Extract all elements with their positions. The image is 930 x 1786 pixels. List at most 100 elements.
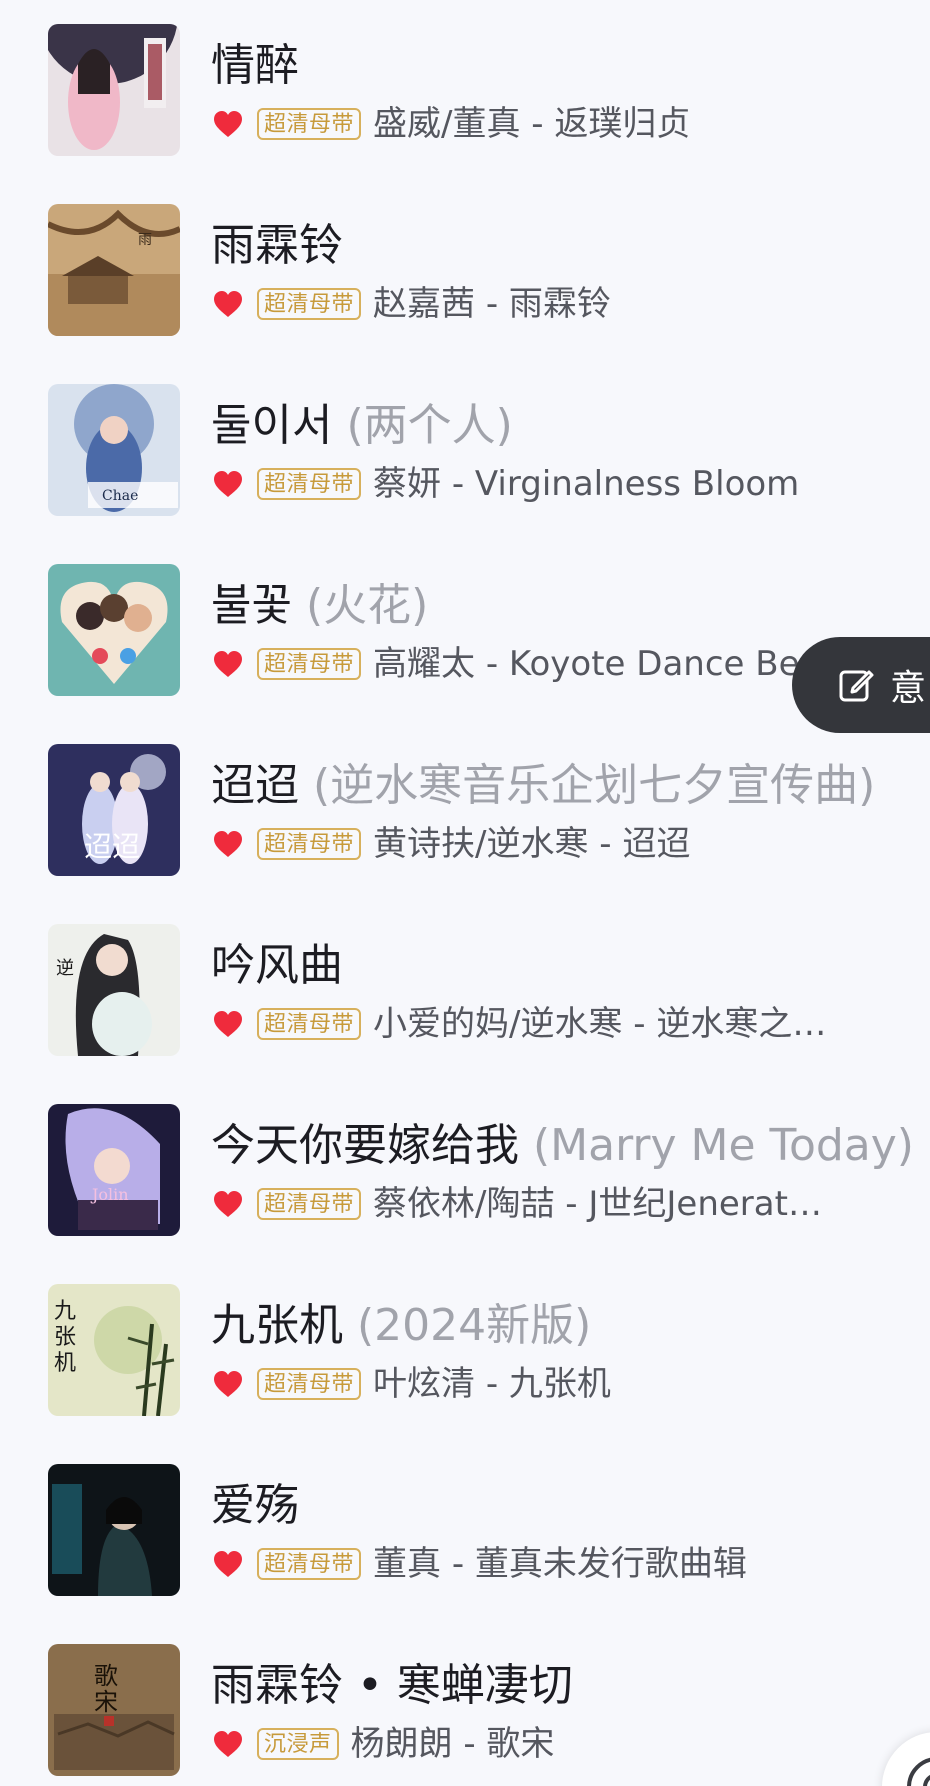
song-subtitle: (两个人) [346, 400, 513, 451]
song-title-line: 雨霖铃 [211, 218, 343, 274]
song-title: 今天你要嫁给我 [211, 1120, 519, 1171]
feedback-label: 意 [890, 668, 927, 709]
svg-text:张: 张 [54, 1325, 76, 1350]
song-meta-line: 超清母带 小爱的妈/逆水寒 - 逆水寒之… [213, 1004, 826, 1044]
song-title-line: 九张机 (2024新版) [211, 1298, 591, 1354]
album-cover-bamboo-icon: 九张机 [48, 1284, 180, 1416]
heart-icon[interactable] [213, 1550, 243, 1578]
quality-badge: 超清母带 [257, 468, 362, 500]
album-cover[interactable] [48, 24, 180, 156]
heart-icon[interactable] [213, 1370, 243, 1398]
artist-album-text: 杨朗朗 - 歌宋 [350, 1724, 555, 1764]
song-meta-line: 超清母带 蔡妍 - Virginalness Bloom [213, 464, 799, 504]
quality-badge: 沉浸声 [257, 1728, 339, 1760]
song-meta-line: 超清母带 赵嘉茜 - 雨霖铃 [213, 284, 611, 324]
song-title-line: 둘이서 (两个人) [211, 398, 513, 454]
artist-album-text: 小爱的妈/逆水寒 - 逆水寒之… [373, 1004, 827, 1044]
song-row[interactable]: 爱殇超清母带 董真 - 董真未发行歌曲辑 [0, 1440, 930, 1620]
song-list: 情醉 超清母带 盛威/董真 - 返璞归贞雨雨霖铃 超清母带 赵嘉茜 - 雨霖铃 Chae 둘… [0, 0, 930, 1786]
feedback-button[interactable]: 意 [792, 637, 930, 733]
album-cover-swordswoman-icon: 逆 [48, 924, 180, 1056]
album-cover-couple-night-icon: 迢迢 [48, 744, 180, 876]
artist-album-text: 蔡妍 - Virginalness Bloom [373, 464, 800, 504]
album-cover[interactable]: 迢迢 [48, 744, 180, 876]
svg-text:九: 九 [54, 1299, 76, 1324]
svg-text:迢迢: 迢迢 [84, 830, 140, 863]
song-row[interactable]: Jolin 今天你要嫁给我 (Marry Me Today) 超清母带 蔡依林/陶喆 -… [0, 1080, 930, 1260]
album-cover-jolin-icon: Jolin [48, 1104, 180, 1236]
quality-badge: 超清母带 [257, 1008, 362, 1040]
song-subtitle: (Marry Me Today) [533, 1120, 914, 1171]
song-meta-line: 沉浸声 杨朗朗 - 歌宋 [213, 1724, 554, 1764]
song-title-line: 情醉 [211, 38, 299, 94]
edit-icon [839, 670, 874, 702]
song-title: 迢迢 [211, 760, 299, 811]
song-subtitle: (逆水寒音乐企划七夕宣传曲) [313, 760, 876, 811]
song-title-line: 雨霖铃 • 寒蝉凄切 [211, 1658, 573, 1714]
song-row[interactable]: 불꽃 (火花) 超清母带 高耀太 - Koyote Dance Best [0, 540, 930, 720]
artist-album-text: 赵嘉茜 - 雨霖铃 [373, 284, 611, 324]
album-cover[interactable] [48, 564, 180, 696]
artist-album-text: 蔡依林/陶喆 - J世纪Jenerat… [373, 1184, 822, 1224]
song-title: 九张机 [211, 1300, 343, 1351]
album-cover-pavilion-icon: 雨 [48, 204, 180, 336]
album-cover-chae-yeon-icon: Chae [48, 384, 180, 516]
quality-badge: 超清母带 [257, 288, 362, 320]
svg-text:宋: 宋 [94, 1688, 118, 1716]
song-title: 吟风曲 [211, 940, 343, 991]
heart-icon[interactable] [213, 830, 243, 858]
song-row[interactable]: 九张机九张机 (2024新版) 超清母带 叶炫清 - 九张机 [0, 1260, 930, 1440]
heart-icon[interactable] [213, 1730, 243, 1758]
heart-icon[interactable] [213, 290, 243, 318]
song-meta-line: 超清母带 蔡依林/陶喆 - J世纪Jenerat… [213, 1184, 822, 1224]
song-title: 雨霖铃 • 寒蝉凄切 [211, 1660, 573, 1711]
song-title-line: 吟风曲 [211, 938, 343, 994]
heart-icon[interactable] [213, 1190, 243, 1218]
album-cover[interactable]: Jolin [48, 1104, 180, 1236]
song-title-line: 爱殇 [211, 1478, 299, 1534]
song-list-page: 情醉 超清母带 盛威/董真 - 返璞归贞雨雨霖铃 超清母带 赵嘉茜 - 雨霖铃 Chae 둘… [0, 0, 930, 1786]
song-subtitle: (火花) [305, 580, 429, 631]
quality-badge: 超清母带 [257, 1548, 362, 1580]
heart-icon[interactable] [213, 650, 243, 678]
album-cover-song-dynasty-icon: 歌宋 [48, 1644, 180, 1776]
heart-icon[interactable] [213, 470, 243, 498]
song-row[interactable]: 情醉超清母带 盛威/董真 - 返璞归贞 [0, 0, 930, 180]
song-title: 불꽃 [211, 580, 292, 631]
artist-album-text: 盛威/董真 - 返璞归贞 [373, 104, 691, 144]
quality-badge: 超清母带 [257, 1188, 362, 1220]
song-meta-line: 超清母带 高耀太 - Koyote Dance Best [213, 644, 831, 684]
album-cover-dark-portrait-icon [48, 1464, 180, 1596]
artist-album-text: 叶炫清 - 九张机 [373, 1364, 611, 1404]
album-cover[interactable]: 九张机 [48, 1284, 180, 1416]
record-icon [907, 1757, 930, 1786]
song-row[interactable]: 逆 吟风曲超清母带 小爱的妈/逆水寒 - 逆水寒之… [0, 900, 930, 1080]
artist-album-text: 黄诗扶/逆水寒 - 迢迢 [373, 824, 691, 864]
album-cover[interactable]: 逆 [48, 924, 180, 1056]
song-title: 情醉 [211, 40, 299, 91]
album-cover[interactable]: 歌宋 [48, 1644, 180, 1776]
song-row[interactable]: 迢迢 迢迢 (逆水寒音乐企划七夕宣传曲) 超清母带 黄诗扶/逆水寒 - 迢迢 [0, 720, 930, 900]
song-row[interactable]: 雨 雨霖铃超清母带 赵嘉茜 - 雨霖铃 [0, 180, 930, 360]
song-title-line: 불꽃 (火花) [211, 578, 428, 634]
quality-badge: 超清母带 [257, 648, 362, 680]
song-title-line: 今天你要嫁给我 (Marry Me Today) [211, 1118, 914, 1174]
quality-badge: 超清母带 [257, 1368, 362, 1400]
svg-text:Chae: Chae [102, 488, 138, 504]
quality-badge: 超清母带 [257, 108, 362, 140]
svg-text:歌: 歌 [94, 1662, 118, 1690]
album-cover[interactable]: 雨 [48, 204, 180, 336]
heart-icon[interactable] [213, 1010, 243, 1038]
song-title: 둘이서 [211, 400, 333, 451]
svg-text:雨: 雨 [138, 232, 152, 248]
album-cover[interactable] [48, 1464, 180, 1596]
song-row[interactable]: Chae 둘이서 (两个人) 超清母带 蔡妍 - Virginalness Bloom [0, 360, 930, 540]
album-cover[interactable]: Chae [48, 384, 180, 516]
song-meta-line: 超清母带 董真 - 董真未发行歌曲辑 [213, 1544, 747, 1584]
song-title: 爱殇 [211, 1480, 299, 1531]
artist-album-text: 高耀太 - Koyote Dance Best [373, 644, 831, 684]
heart-icon[interactable] [213, 110, 243, 138]
song-meta-line: 超清母带 叶炫清 - 九张机 [213, 1364, 611, 1404]
song-meta-line: 超清母带 黄诗扶/逆水寒 - 迢迢 [213, 824, 690, 864]
song-row[interactable]: 歌宋雨霖铃 • 寒蝉凄切 沉浸声 杨朗朗 - 歌宋 [0, 1620, 930, 1786]
